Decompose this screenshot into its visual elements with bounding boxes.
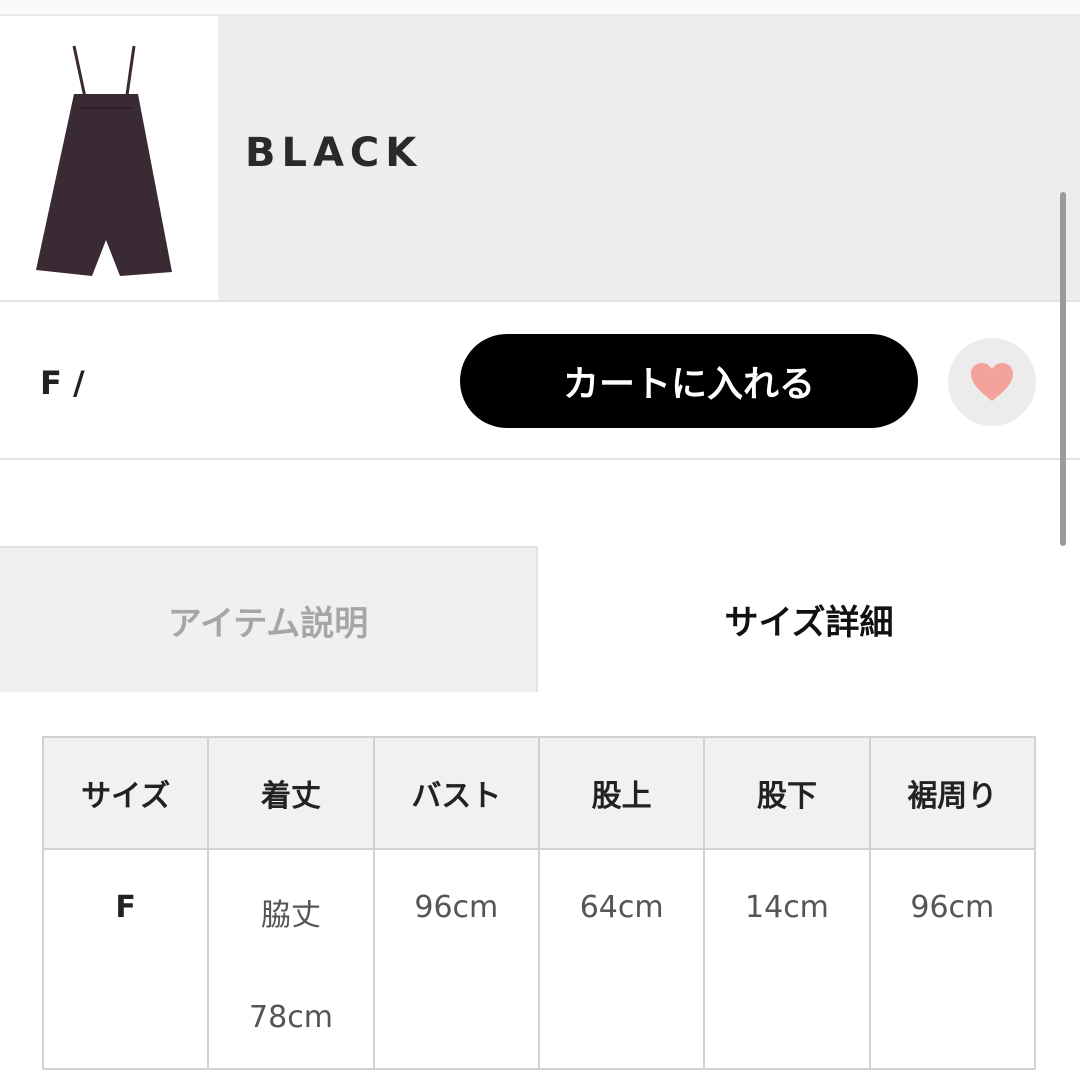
cell-bust: 96cm [372,848,540,1070]
table-header-row: サイズ 着丈 バスト 股上 股下 裾周り [41,736,1037,850]
size-table: サイズ 着丈 バスト 股上 股下 裾周り F 脇丈 78cm 96cm 64cm… [41,736,1037,1070]
table-row: F 脇丈 78cm 96cm 64cm 14cm 96cm [41,848,1037,1070]
size-cart-row: F / カートに入れる [0,302,1080,460]
tab-size-details[interactable]: サイズ詳細 [538,546,1080,692]
cell-hem: 96cm [868,848,1037,1070]
top-strip [0,0,1080,16]
color-name: BLACK [245,130,423,176]
cell-size: F [41,848,210,1070]
header-bust: バスト [372,736,540,850]
favorite-button[interactable] [948,338,1036,426]
size-label: F / [40,364,85,402]
header-rise: 股上 [537,736,706,850]
cell-rise: 64cm [537,848,706,1070]
cell-inseam: 14cm [703,848,871,1070]
scrollbar[interactable] [1060,192,1066,546]
tab-item-description-label: アイテム説明 [167,603,369,644]
cell-length-line2: 78cm [249,1000,333,1035]
header-hem: 裾周り [868,736,1037,850]
cell-length-line1: 脇丈 [260,898,321,933]
header-length: 着丈 [207,736,375,850]
add-to-cart-label: カートに入れる [562,364,815,405]
heart-icon [971,363,1013,401]
header-size: サイズ [41,736,210,850]
tab-item-description[interactable]: アイテム説明 [0,546,538,692]
product-thumbnail [0,16,216,300]
color-variant-row[interactable] [0,16,1080,302]
tab-size-details-label: サイズ詳細 [724,602,894,643]
cell-length: 脇丈 78cm [207,848,375,1070]
detail-tabs: アイテム説明 サイズ詳細 [0,546,1080,692]
header-inseam: 股下 [703,736,871,850]
add-to-cart-button[interactable]: カートに入れる [460,334,918,428]
